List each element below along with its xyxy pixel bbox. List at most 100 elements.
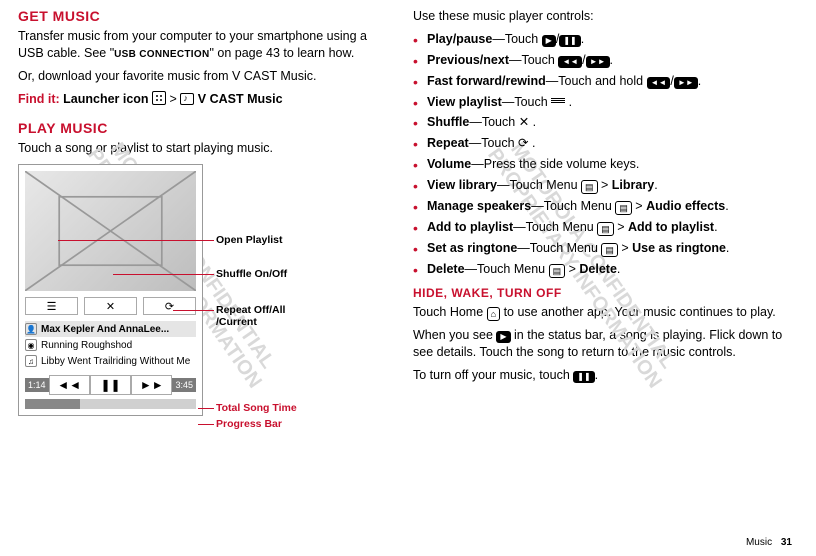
home-icon: ⌂ bbox=[487, 307, 500, 321]
menu-icon: ▤ bbox=[601, 243, 618, 257]
controls-list: Play/pause—Touch ▶/❚❚. Previous/next—Tou… bbox=[413, 31, 788, 278]
label: View library bbox=[427, 178, 497, 192]
next-icon: ►► bbox=[674, 77, 698, 89]
menu-icon: ▤ bbox=[581, 180, 598, 194]
repeat-button[interactable]: ⟳ bbox=[143, 297, 196, 315]
track-row[interactable]: ◉ Running Roughshod bbox=[25, 337, 196, 353]
vcast-label: V CAST Music bbox=[198, 92, 283, 106]
track-row-current[interactable]: 👤 Max Kepler And AnnaLee... bbox=[25, 321, 196, 337]
label: Manage speakers bbox=[427, 199, 531, 213]
list-item: Repeat—Touch ⟳ . bbox=[413, 135, 788, 152]
person-icon: 👤 bbox=[25, 323, 37, 335]
target: Delete bbox=[579, 262, 617, 276]
heading-get-music: GET MUSIC bbox=[18, 8, 393, 24]
callout-line bbox=[173, 310, 214, 311]
prev-icon: ◄◄ bbox=[558, 56, 582, 68]
text: —Touch bbox=[469, 136, 518, 150]
text: —Touch bbox=[469, 115, 518, 129]
hide-para3: To turn off your music, touch ❚❚. bbox=[413, 367, 788, 384]
list-item: View playlist—Touch . bbox=[413, 94, 788, 111]
label: Fast forward/rewind bbox=[427, 74, 546, 88]
right-column: Use these music player controls: Play/pa… bbox=[403, 8, 798, 416]
track-row[interactable]: ♫ Libby Went Trailriding Without Me bbox=[25, 353, 196, 369]
text: —Touch bbox=[502, 95, 551, 109]
callout-line bbox=[113, 274, 214, 275]
label: View playlist bbox=[427, 95, 502, 109]
track-title: Libby Went Trailriding Without Me bbox=[41, 356, 190, 367]
usb-connection-bold: USB CONNECTION bbox=[114, 49, 209, 60]
prev-icon: ◄◄ bbox=[647, 77, 671, 89]
heading-play-music: PLAY MUSIC bbox=[18, 120, 393, 136]
callout-line bbox=[58, 240, 214, 241]
elapsed-time: 1:14 bbox=[25, 378, 49, 392]
next-button[interactable]: ►► bbox=[131, 375, 172, 395]
disc-icon: ◉ bbox=[25, 339, 37, 351]
progress-bar[interactable] bbox=[25, 399, 196, 409]
launcher-grid-icon bbox=[152, 91, 166, 105]
left-column: GET MUSIC Transfer music from your compu… bbox=[8, 8, 403, 416]
note-icon: ♫ bbox=[25, 355, 37, 367]
label: Add to playlist bbox=[427, 220, 513, 234]
label: Repeat bbox=[427, 136, 469, 150]
text: —Touch Menu bbox=[531, 199, 615, 213]
list-item: Add to playlist—Touch Menu ▤ > Add to pl… bbox=[413, 219, 788, 236]
repeat-icon: ⟳ bbox=[518, 136, 528, 150]
menu-icon: ▤ bbox=[597, 222, 614, 236]
callout-open-playlist: Open Playlist bbox=[216, 234, 283, 246]
callout-line bbox=[198, 424, 214, 425]
target: Audio effects bbox=[646, 199, 725, 213]
list-item: Play/pause—Touch ▶/❚❚. bbox=[413, 31, 788, 48]
callout-line bbox=[198, 408, 214, 409]
text: When you see bbox=[413, 328, 496, 342]
label: Shuffle bbox=[427, 115, 469, 129]
hide-para1: Touch Home ⌂ to use another app. Your mu… bbox=[413, 304, 788, 321]
callout-shuffle: Shuffle On/Off bbox=[216, 268, 287, 280]
list-item: Volume—Press the side volume keys. bbox=[413, 156, 788, 173]
play-icon: ▶ bbox=[542, 35, 556, 47]
footer-page-number: 31 bbox=[781, 537, 792, 548]
menu-icon: ▤ bbox=[549, 264, 566, 278]
player-toolbar: ☰ ✕ ⟳ bbox=[25, 297, 196, 315]
text: Touch Home bbox=[413, 305, 487, 319]
text: —Press the side volume keys. bbox=[471, 157, 639, 171]
text: —Touch and hold bbox=[546, 74, 647, 88]
album-art bbox=[25, 171, 196, 291]
pause-button[interactable]: ❚❚ bbox=[90, 375, 131, 395]
callout-repeat: Repeat Off/All /Current bbox=[216, 304, 306, 328]
text: —Touch Menu bbox=[517, 241, 601, 255]
pause-icon: ❚❚ bbox=[573, 371, 594, 383]
text: to use another app. Your music continues… bbox=[500, 305, 776, 319]
callout-progress: Progress Bar bbox=[216, 418, 282, 430]
open-playlist-button[interactable]: ☰ bbox=[25, 297, 78, 315]
list-item: Delete—Touch Menu ▤ > Delete. bbox=[413, 261, 788, 278]
label: Delete bbox=[427, 262, 465, 276]
music-player-mock: ☰ ✕ ⟳ 👤 Max Kepler And AnnaLee... ◉ Runn… bbox=[18, 164, 203, 416]
label: Volume bbox=[427, 157, 471, 171]
text: —Touch Menu bbox=[497, 178, 581, 192]
text: —Touch bbox=[509, 53, 558, 67]
play-music-para: Touch a song or playlist to start playin… bbox=[18, 140, 393, 157]
list-item: Set as ringtone—Touch Menu ▤ > Use as ri… bbox=[413, 240, 788, 257]
menu-icon: ▤ bbox=[615, 201, 632, 215]
text: —Touch Menu bbox=[513, 220, 597, 234]
prev-button[interactable]: ◄◄ bbox=[49, 375, 90, 395]
list-item: Manage speakers—Touch Menu ▤ > Audio eff… bbox=[413, 198, 788, 215]
target: Add to playlist bbox=[628, 220, 714, 234]
play-status-icon: ▶ bbox=[496, 331, 510, 343]
text: —Touch Menu bbox=[465, 262, 549, 276]
list-item: Fast forward/rewind—Touch and hold ◄◄/►►… bbox=[413, 73, 788, 90]
get-music-para2: Or, download your favorite music from V … bbox=[18, 68, 393, 85]
launcher-icon-label: Launcher icon bbox=[63, 92, 148, 106]
heading-hide-wake: HIDE, WAKE, TURN OFF bbox=[413, 286, 788, 300]
find-it-line: Find it: Launcher icon > V CAST Music bbox=[18, 91, 393, 108]
list-item: Shuffle—Touch ✕ . bbox=[413, 114, 788, 131]
text: To turn off your music, touch bbox=[413, 368, 573, 382]
playlist-icon bbox=[551, 97, 565, 107]
get-music-para1: Transfer music from your computer to you… bbox=[18, 28, 393, 62]
playback-controls: 1:14 ◄◄ ❚❚ ►► 3:45 bbox=[25, 375, 196, 395]
target: Library bbox=[612, 178, 654, 192]
pause-icon: ❚❚ bbox=[559, 35, 580, 47]
label: Set as ringtone bbox=[427, 241, 517, 255]
shuffle-button[interactable]: ✕ bbox=[84, 297, 137, 315]
track-title: Max Kepler And AnnaLee... bbox=[41, 324, 169, 335]
